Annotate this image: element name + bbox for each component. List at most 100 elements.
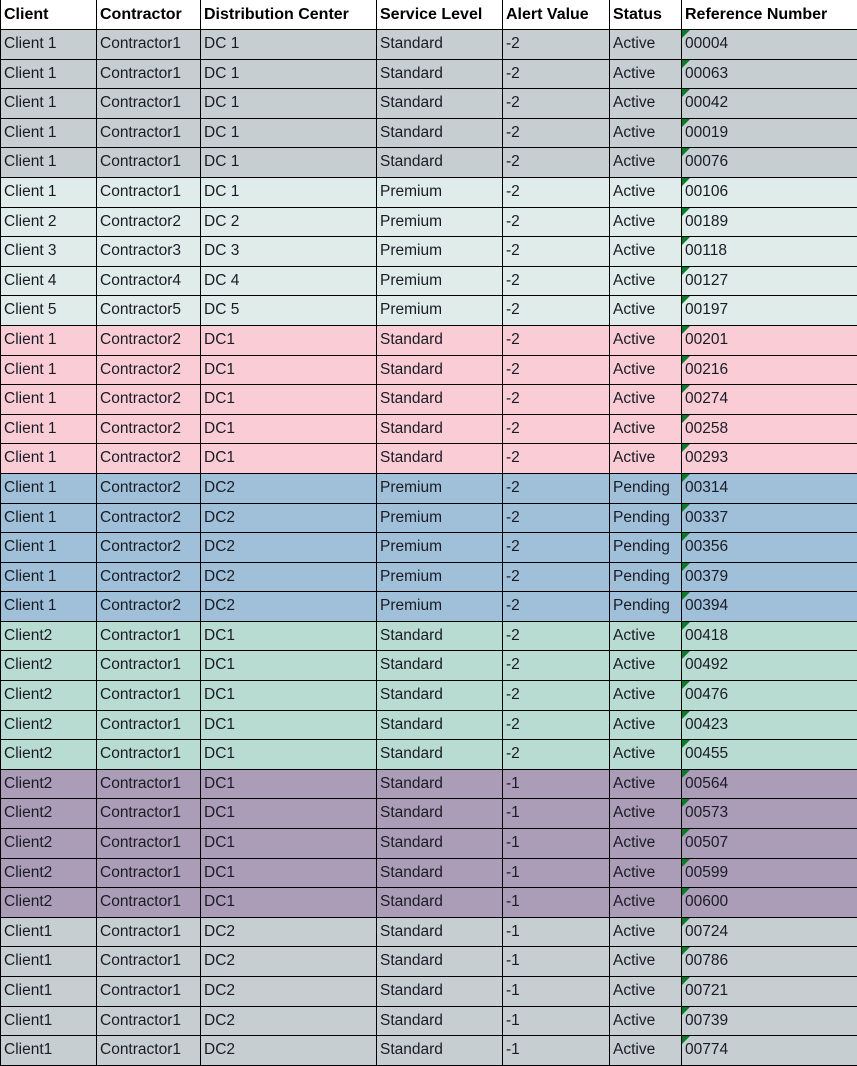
cell-dc[interactable]: DC1	[201, 325, 377, 355]
cell-client[interactable]: Client2	[1, 829, 97, 859]
cell-status[interactable]: Active	[610, 266, 682, 296]
cell-service[interactable]: Standard	[377, 947, 503, 977]
cell-dc[interactable]: DC 1	[201, 89, 377, 119]
table-row[interactable]: Client 1Contractor1DC 1Standard-2Active0…	[1, 118, 857, 148]
cell-client[interactable]: Client2	[1, 888, 97, 918]
cell-reference-number[interactable]: 00293	[682, 444, 857, 474]
cell-client[interactable]: Client2	[1, 651, 97, 681]
cell-service[interactable]: Standard	[377, 444, 503, 474]
cell-alert-value[interactable]: -2	[503, 118, 610, 148]
cell-alert-value[interactable]: -2	[503, 385, 610, 415]
table-row[interactable]: Client 5Contractor5DC 5Premium-2Active00…	[1, 296, 857, 326]
cell-reference-number[interactable]: 00063	[682, 59, 857, 89]
cell-dc[interactable]: DC1	[201, 799, 377, 829]
table-row[interactable]: Client 1Contractor2DC2Premium-2Pending00…	[1, 592, 857, 622]
cell-dc[interactable]: DC1	[201, 414, 377, 444]
table-row[interactable]: Client2Contractor1DC1Standard-2Active004…	[1, 621, 857, 651]
cell-contractor[interactable]: Contractor1	[97, 947, 201, 977]
table-row[interactable]: Client1Contractor1DC2Standard-1Active007…	[1, 977, 857, 1007]
table-row[interactable]: Client2Contractor1DC1Standard-2Active004…	[1, 710, 857, 740]
cell-reference-number[interactable]: 00258	[682, 414, 857, 444]
cell-service[interactable]: Standard	[377, 799, 503, 829]
cell-reference-number[interactable]: 00492	[682, 651, 857, 681]
cell-alert-value[interactable]: -2	[503, 562, 610, 592]
cell-contractor[interactable]: Contractor2	[97, 207, 201, 237]
cell-status[interactable]: Active	[610, 30, 682, 60]
cell-alert-value[interactable]: -2	[503, 207, 610, 237]
cell-status[interactable]: Active	[610, 237, 682, 267]
cell-reference-number[interactable]: 00042	[682, 89, 857, 119]
cell-contractor[interactable]: Contractor1	[97, 740, 201, 770]
cell-client[interactable]: Client 1	[1, 444, 97, 474]
cell-contractor[interactable]: Contractor2	[97, 562, 201, 592]
cell-client[interactable]: Client 1	[1, 562, 97, 592]
cell-reference-number[interactable]: 00274	[682, 385, 857, 415]
cell-contractor[interactable]: Contractor1	[97, 30, 201, 60]
cell-client[interactable]: Client 1	[1, 177, 97, 207]
cell-reference-number[interactable]: 00019	[682, 118, 857, 148]
cell-contractor[interactable]: Contractor2	[97, 325, 201, 355]
cell-contractor[interactable]: Contractor1	[97, 888, 201, 918]
cell-alert-value[interactable]: -2	[503, 740, 610, 770]
cell-alert-value[interactable]: -1	[503, 829, 610, 859]
cell-contractor[interactable]: Contractor2	[97, 592, 201, 622]
cell-reference-number[interactable]: 00216	[682, 355, 857, 385]
cell-reference-number[interactable]: 00197	[682, 296, 857, 326]
cell-client[interactable]: Client 1	[1, 148, 97, 178]
cell-dc[interactable]: DC1	[201, 740, 377, 770]
cell-reference-number[interactable]: 00379	[682, 562, 857, 592]
table-row[interactable]: Client2Contractor1DC1Standard-2Active004…	[1, 740, 857, 770]
table-row[interactable]: Client 1Contractor2DC2Premium-2Pending00…	[1, 562, 857, 592]
cell-status[interactable]: Active	[610, 769, 682, 799]
cell-client[interactable]: Client 1	[1, 325, 97, 355]
table-row[interactable]: Client2Contractor1DC1Standard-2Active004…	[1, 651, 857, 681]
cell-service[interactable]: Standard	[377, 621, 503, 651]
cell-alert-value[interactable]: -1	[503, 977, 610, 1007]
cell-client[interactable]: Client 5	[1, 296, 97, 326]
cell-dc[interactable]: DC 1	[201, 148, 377, 178]
cell-contractor[interactable]: Contractor1	[97, 651, 201, 681]
cell-dc[interactable]: DC1	[201, 681, 377, 711]
cell-reference-number[interactable]: 00118	[682, 237, 857, 267]
cell-reference-number[interactable]: 00189	[682, 207, 857, 237]
cell-service[interactable]: Standard	[377, 681, 503, 711]
cell-reference-number[interactable]: 00418	[682, 621, 857, 651]
cell-status[interactable]: Active	[610, 888, 682, 918]
cell-alert-value[interactable]: -2	[503, 296, 610, 326]
cell-client[interactable]: Client2	[1, 769, 97, 799]
column-header-alert-value[interactable]: Alert Value	[503, 0, 610, 30]
cell-status[interactable]: Active	[610, 947, 682, 977]
cell-client[interactable]: Client 1	[1, 385, 97, 415]
cell-contractor[interactable]: Contractor3	[97, 237, 201, 267]
cell-status[interactable]: Pending	[610, 562, 682, 592]
cell-service[interactable]: Standard	[377, 917, 503, 947]
cell-contractor[interactable]: Contractor1	[97, 59, 201, 89]
cell-contractor[interactable]: Contractor2	[97, 355, 201, 385]
cell-contractor[interactable]: Contractor2	[97, 473, 201, 503]
cell-alert-value[interactable]: -2	[503, 473, 610, 503]
cell-client[interactable]: Client1	[1, 1006, 97, 1036]
cell-alert-value[interactable]: -2	[503, 533, 610, 563]
cell-service[interactable]: Standard	[377, 89, 503, 119]
cell-client[interactable]: Client 1	[1, 59, 97, 89]
cell-client[interactable]: Client 1	[1, 118, 97, 148]
cell-dc[interactable]: DC 1	[201, 59, 377, 89]
cell-alert-value[interactable]: -2	[503, 503, 610, 533]
cell-status[interactable]: Active	[610, 1036, 682, 1066]
cell-contractor[interactable]: Contractor1	[97, 681, 201, 711]
cell-service[interactable]: Standard	[377, 355, 503, 385]
cell-dc[interactable]: DC2	[201, 533, 377, 563]
cell-dc[interactable]: DC1	[201, 888, 377, 918]
cell-client[interactable]: Client 1	[1, 503, 97, 533]
cell-client[interactable]: Client1	[1, 977, 97, 1007]
cell-status[interactable]: Active	[610, 59, 682, 89]
cell-alert-value[interactable]: -2	[503, 266, 610, 296]
cell-status[interactable]: Active	[610, 355, 682, 385]
cell-reference-number[interactable]: 00394	[682, 592, 857, 622]
cell-alert-value[interactable]: -2	[503, 414, 610, 444]
cell-status[interactable]: Pending	[610, 592, 682, 622]
cell-service[interactable]: Standard	[377, 325, 503, 355]
cell-status[interactable]: Active	[610, 917, 682, 947]
cell-status[interactable]: Active	[610, 829, 682, 859]
cell-dc[interactable]: DC 3	[201, 237, 377, 267]
